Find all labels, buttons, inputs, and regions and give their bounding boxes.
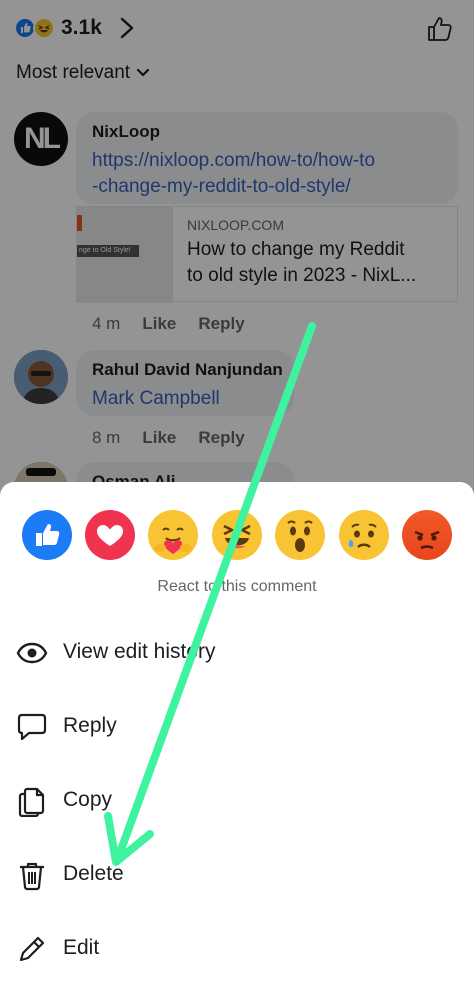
- delete-option[interactable]: Delete: [0, 846, 474, 902]
- menu-label: View edit history: [63, 640, 216, 663]
- haha-reaction-button[interactable]: [212, 510, 262, 560]
- speech-bubble-icon: [17, 713, 47, 741]
- care-reaction-button[interactable]: [148, 510, 198, 560]
- react-caption: React to this comment: [157, 578, 317, 595]
- sad-reaction-button[interactable]: [339, 510, 389, 560]
- comment-options-sheet: React to this comment View edit history …: [0, 482, 474, 982]
- copy-icon: [18, 787, 45, 817]
- reply-option[interactable]: Reply: [0, 698, 474, 754]
- love-reaction-button[interactable]: [85, 510, 135, 560]
- like-reaction-button[interactable]: [22, 510, 72, 560]
- menu-label: Copy: [63, 788, 113, 811]
- eye-icon: [16, 642, 48, 664]
- pencil-icon: [19, 936, 45, 962]
- angry-reaction-button[interactable]: [402, 510, 452, 560]
- edit-option[interactable]: Edit: [0, 920, 474, 976]
- view-edit-history-option[interactable]: View edit history: [0, 624, 474, 680]
- menu-label: Reply: [63, 714, 117, 737]
- menu-label: Edit: [63, 936, 100, 959]
- reaction-picker: [22, 510, 462, 566]
- wow-reaction-button[interactable]: [275, 510, 325, 560]
- copy-option[interactable]: Copy: [0, 772, 474, 828]
- trash-icon: [20, 862, 44, 891]
- menu-label: Delete: [63, 862, 124, 885]
